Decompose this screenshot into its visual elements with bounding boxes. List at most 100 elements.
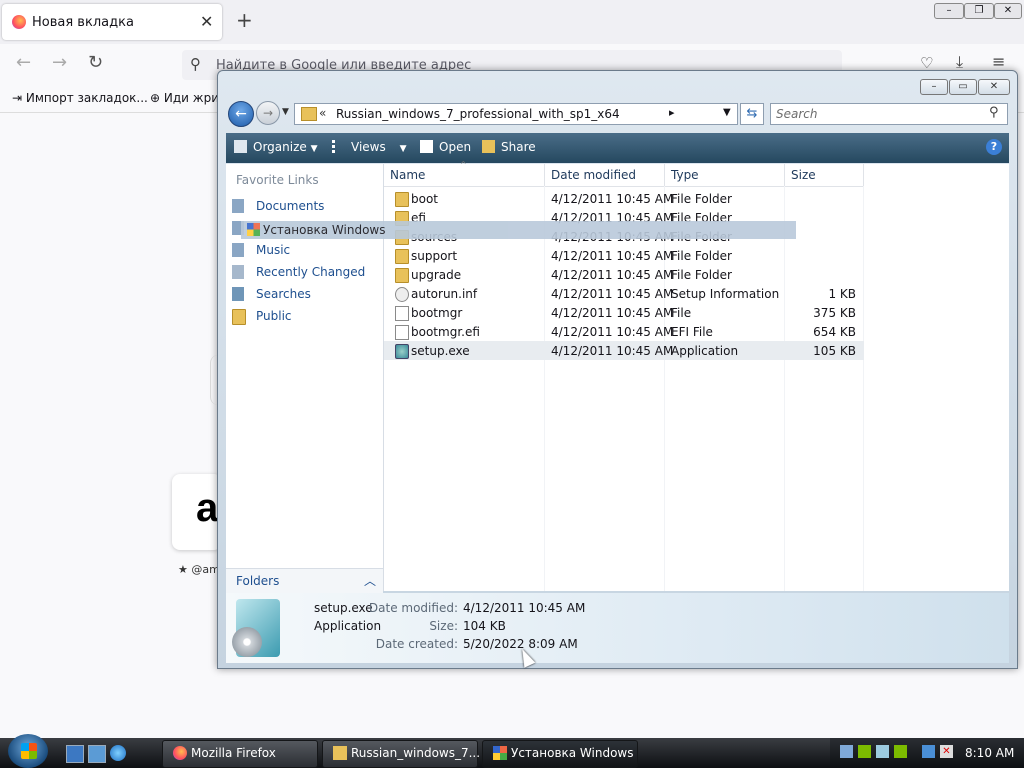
bookmark-item[interactable]: ⊕ Иди жри — [150, 91, 219, 105]
history-dropdown-icon[interactable]: ▼ — [282, 107, 289, 117]
nav-item-public[interactable]: Public — [232, 306, 382, 326]
details-value: 4/12/2011 10:45 AM — [463, 601, 586, 615]
close-button[interactable]: ✕ — [978, 79, 1010, 95]
folder-icon — [395, 249, 409, 264]
sort-arrow-icon: ^ — [460, 160, 467, 169]
nav-item-label: Documents — [256, 199, 325, 213]
tab-title: Новая вкладка — [32, 15, 134, 30]
file-type: Setup Information — [671, 287, 780, 301]
nav-item-label: Music — [256, 243, 291, 257]
menu-icon[interactable]: ≡ — [992, 52, 1005, 71]
taskbar-button-explorer[interactable]: Russian_windows_7... — [322, 740, 480, 768]
folders-toggle[interactable]: Folders ︿ — [226, 568, 383, 593]
taskbar-button-firefox[interactable]: Mozilla Firefox — [162, 740, 318, 768]
open-button[interactable]: Open — [420, 140, 471, 154]
reload-icon[interactable]: ↻ — [88, 52, 103, 73]
downloads-icon[interactable]: ⤓ — [956, 52, 963, 72]
details-label: Date created: — [375, 637, 458, 651]
column-label: Type — [671, 168, 699, 182]
file-row-selected[interactable]: setup.exe 4/12/2011 10:45 AM Application 10… — [384, 341, 864, 360]
clock[interactable]: 8:10 AM — [965, 746, 1014, 760]
breadcrumb-overflow[interactable]: « — [319, 106, 326, 120]
file-name: bootmgr.efi — [411, 325, 480, 339]
back-button[interactable]: ← — [228, 101, 254, 127]
file-type: File Folder — [671, 249, 732, 263]
minimize-button[interactable]: – — [920, 79, 948, 95]
file-name: autorun.inf — [411, 287, 478, 301]
file-name: boot — [411, 192, 439, 206]
tray-app-icon[interactable] — [876, 745, 889, 758]
views-button[interactable]: Views ▼ — [332, 140, 406, 154]
column-header-size[interactable]: Size — [785, 164, 864, 187]
folder-icon — [395, 192, 409, 207]
organize-button[interactable]: Organize ▼ — [234, 140, 318, 154]
tray-app-icon[interactable] — [894, 745, 907, 758]
switch-windows-icon[interactable] — [88, 745, 106, 763]
open-icon — [420, 140, 433, 153]
bookmark-label: Импорт закладок... — [25, 91, 148, 105]
views-label: Views — [351, 140, 386, 154]
taskbar-button-setup[interactable]: Установка Windows — [482, 740, 638, 768]
show-desktop-icon[interactable] — [66, 745, 84, 763]
nav-item-documents[interactable]: Documents — [232, 196, 382, 216]
forward-icon[interactable]: → — [52, 52, 67, 73]
help-icon[interactable]: ? — [986, 139, 1002, 155]
recent-icon — [232, 265, 244, 279]
file-row[interactable]: bootmgr.efi 4/12/2011 10:45 AM EFI File 654… — [384, 322, 864, 341]
nav-item-label: Recently Changed — [256, 265, 366, 279]
tray-app-icon[interactable] — [858, 745, 871, 758]
top-site-label-text: @am — [191, 563, 220, 576]
close-tab-icon[interactable]: ✕ — [200, 12, 213, 31]
file-type: EFI File — [671, 325, 713, 339]
file-type: Application — [671, 344, 739, 358]
top-site-amazon[interactable]: a — [172, 474, 222, 550]
file-date: 4/12/2011 10:45 AM — [551, 344, 674, 358]
back-icon[interactable]: ← — [16, 52, 31, 73]
import-bookmarks-link[interactable]: ⇥ Импорт закладок... — [12, 91, 148, 105]
forward-button[interactable]: → — [256, 101, 280, 125]
column-header-date[interactable]: Date modified — [545, 164, 665, 187]
file-row[interactable]: support 4/12/2011 10:45 AM File Folder — [384, 246, 864, 265]
minimize-button[interactable]: – — [934, 3, 964, 19]
browser-tab[interactable]: Новая вкладка ✕ — [2, 4, 222, 40]
new-tab-button[interactable]: + — [236, 8, 253, 32]
file-row[interactable]: upgrade 4/12/2011 10:45 AM File Folder — [384, 265, 864, 284]
internet-explorer-icon[interactable] — [110, 745, 126, 761]
tray-app-icon[interactable] — [840, 745, 853, 758]
breadcrumb-path[interactable]: Russian_windows_7_professional_with_sp1_… — [336, 107, 620, 121]
taskbar-button-label: Mozilla Firefox — [191, 746, 276, 760]
close-button[interactable]: ✕ — [994, 3, 1022, 19]
address-dropdown-icon[interactable]: ▼ — [723, 107, 731, 118]
file-name: support — [411, 249, 458, 263]
network-icon[interactable] — [922, 745, 935, 758]
organize-label: Organize — [253, 140, 307, 154]
column-header-name[interactable]: Name ^ — [384, 160, 545, 187]
search-icon[interactable]: ⚲ — [989, 105, 999, 120]
maximize-button[interactable]: ❐ — [964, 3, 994, 19]
folders-label: Folders — [236, 574, 280, 588]
share-label: Share — [501, 140, 536, 154]
folder-icon — [301, 107, 317, 121]
breadcrumb-arrow-icon[interactable]: ▸ — [669, 106, 675, 119]
nav-item-recently-changed[interactable]: Recently Changed — [232, 262, 382, 282]
file-row[interactable]: bootmgr 4/12/2011 10:45 AM File 375 KB — [384, 303, 864, 322]
views-icon — [332, 140, 345, 153]
refresh-button[interactable]: ⇆ — [740, 103, 764, 125]
volume-muted-icon[interactable]: ✕ — [940, 745, 953, 758]
disc-icon — [232, 627, 262, 657]
start-button[interactable] — [8, 734, 48, 768]
share-button[interactable]: Share — [482, 140, 536, 154]
column-header-type[interactable]: Type — [665, 164, 785, 187]
file-icon — [395, 306, 409, 321]
file-date: 4/12/2011 10:45 AM — [551, 325, 674, 339]
nav-item-searches[interactable]: Searches — [232, 284, 382, 304]
file-row[interactable]: autorun.inf 4/12/2011 10:45 AM Setup Infor… — [384, 284, 864, 303]
windows-setup-icon — [247, 223, 260, 236]
file-row[interactable]: boot 4/12/2011 10:45 AM File Folder — [384, 189, 864, 208]
maximize-button[interactable]: ▭ — [949, 79, 977, 95]
nav-item-music[interactable]: Music — [232, 240, 382, 260]
folder-icon — [333, 746, 347, 760]
search-input[interactable]: Search ⚲ — [770, 103, 1008, 125]
address-bar[interactable]: « Russian_windows_7_professional_with_sp… — [294, 103, 738, 125]
file-date: 4/12/2011 10:45 AM — [551, 192, 674, 206]
